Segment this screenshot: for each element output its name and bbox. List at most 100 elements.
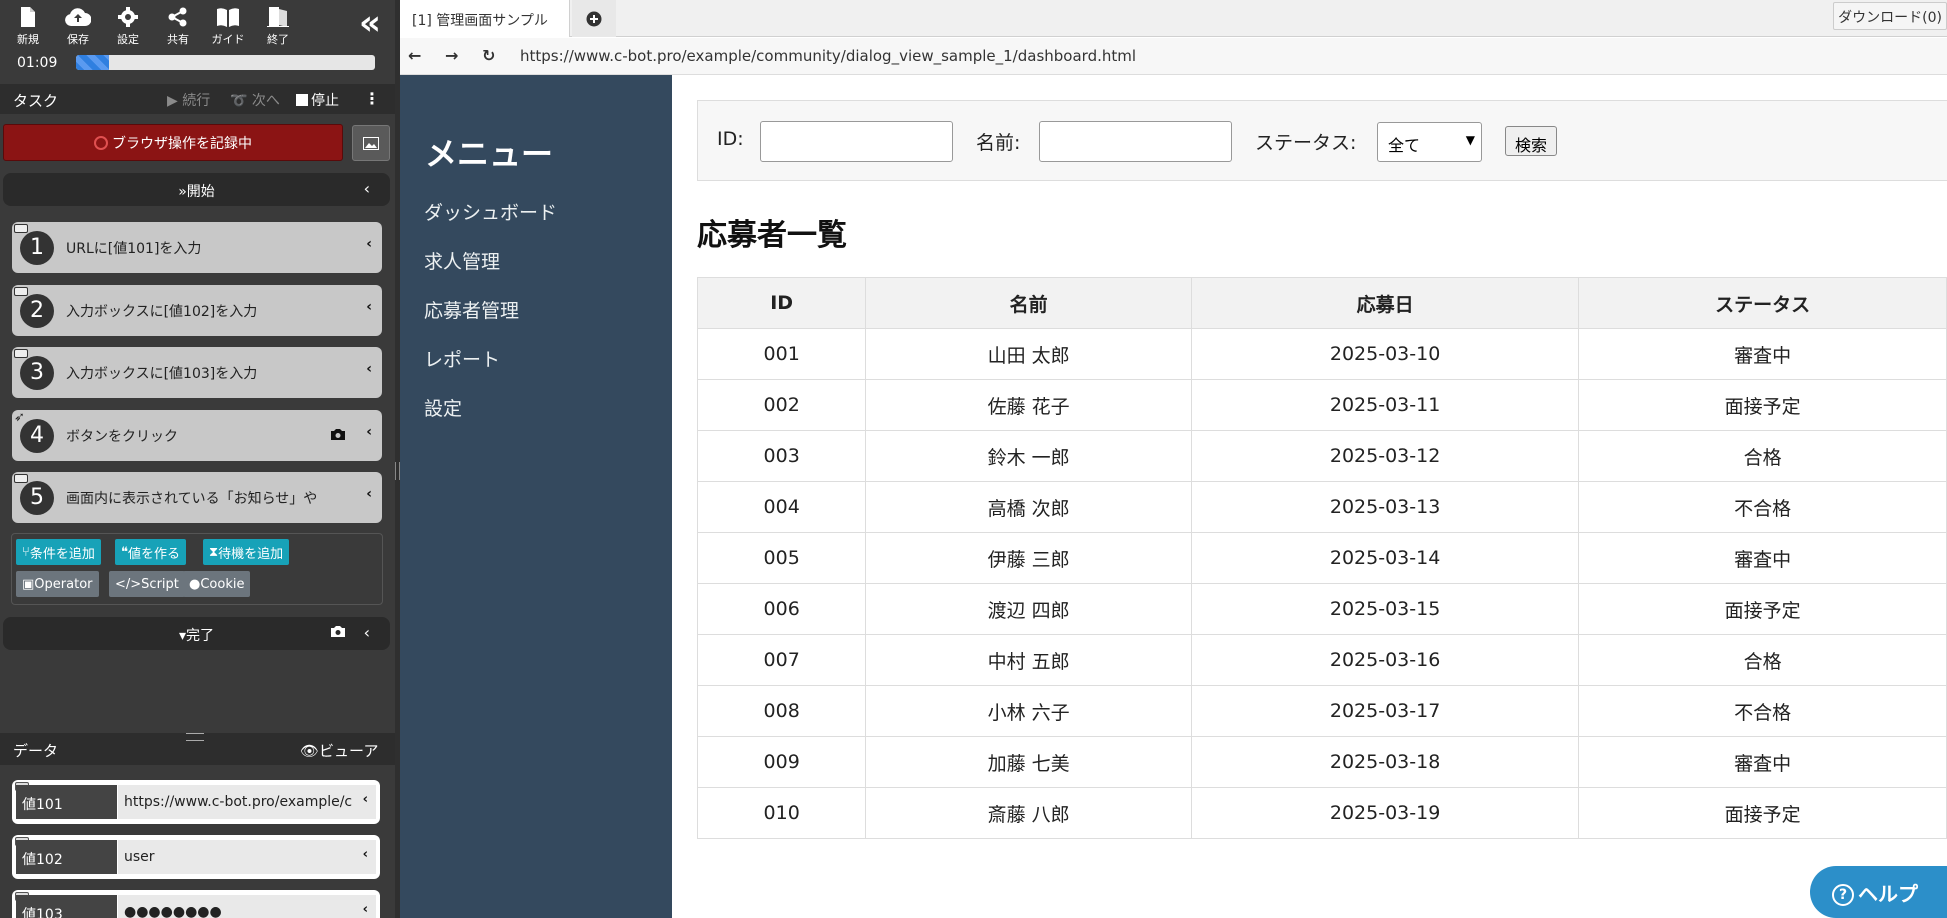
- help-button[interactable]: ? ヘルプ: [1810, 866, 1947, 918]
- operator-button[interactable]: ▣ Operator: [16, 571, 99, 597]
- status-select-value: 全て: [1388, 136, 1421, 155]
- progress-bar: [76, 55, 375, 70]
- guide-button[interactable]: ガイド: [206, 6, 250, 47]
- back-arrow-icon[interactable]: ←: [408, 46, 421, 65]
- step-item[interactable]: ➶ 4 ボタンをクリック ‹: [12, 410, 382, 461]
- chevron-left-icon[interactable]: ‹: [366, 361, 372, 377]
- table-cell: 審査中: [1578, 736, 1947, 788]
- table-row: 006 渡辺 四郎 2025-03-15 面接予定: [696, 583, 1947, 635]
- forward-arrow-icon[interactable]: →: [445, 46, 458, 65]
- share-button[interactable]: 共有: [156, 6, 200, 47]
- reload-icon[interactable]: ↻: [482, 46, 495, 65]
- data-value[interactable]: https://www.c-bot.pro/example/c: [118, 785, 376, 819]
- play-icon: ▶: [167, 93, 178, 109]
- id-input[interactable]: [760, 121, 953, 162]
- next-button[interactable]: ➰ 次へ: [230, 90, 280, 110]
- branch-icon: ⑂: [22, 544, 30, 560]
- column-header: 名前: [865, 277, 1192, 329]
- table-cell: 2025-03-19: [1190, 787, 1580, 839]
- chevron-left-icon[interactable]: ‹: [364, 623, 370, 642]
- table-cell: 2025-03-12: [1190, 430, 1580, 482]
- step-item[interactable]: 3 入力ボックスに[値103]を入力 ‹: [12, 347, 382, 398]
- add-wait-button[interactable]: ⧗ 待機を追加: [203, 539, 290, 565]
- make-value-button[interactable]: ❝ 値を作る: [115, 539, 187, 565]
- menu-item-reports[interactable]: レポート: [424, 345, 500, 372]
- step-item[interactable]: 1 URLに[値101]を入力 ‹: [12, 222, 382, 273]
- cloud-upload-icon: [65, 8, 91, 26]
- add-condition-button[interactable]: ⑂ 条件を追加: [16, 539, 101, 565]
- search-button[interactable]: 検索: [1505, 126, 1557, 156]
- applicants-table: ID 名前 応募日 ステータス 001 山田 太郎 2025-03-10 審査中 002…: [696, 277, 1947, 839]
- new-button[interactable]: 新規: [6, 6, 50, 47]
- save-label: 保存: [67, 33, 89, 46]
- table-cell: 加藤 七美: [865, 736, 1192, 788]
- chevron-left-icon[interactable]: ‹: [363, 902, 368, 917]
- step-item[interactable]: 5 画面内に表示されている「お知らせ」や ‹: [12, 472, 382, 523]
- status-select[interactable]: 全て ▼: [1377, 122, 1482, 162]
- camera-icon[interactable]: [330, 426, 346, 445]
- viewer-label: ビューア: [319, 742, 379, 760]
- data-row[interactable]: 値101 https://www.c-bot.pro/example/c ‹: [12, 780, 380, 824]
- next-label: 次へ: [251, 93, 280, 109]
- start-block[interactable]: »開始 ‹: [3, 173, 390, 206]
- keyboard-icon: [14, 287, 28, 296]
- chevron-left-icon[interactable]: ‹: [366, 486, 372, 502]
- chevron-left-icon[interactable]: ‹: [363, 792, 368, 807]
- menu-item-dashboard[interactable]: ダッシュボード: [424, 198, 557, 225]
- menu-item-applicants[interactable]: 応募者管理: [424, 296, 519, 323]
- question-circle-icon: ?: [1832, 884, 1854, 906]
- table-row: 001 山田 太郎 2025-03-10 審査中: [696, 328, 1947, 380]
- resize-handle[interactable]: [186, 733, 204, 741]
- step-number: 3: [20, 356, 54, 390]
- table-cell: 2025-03-17: [1190, 685, 1580, 737]
- collapse-panel-button[interactable]: «: [352, 6, 388, 40]
- url-field[interactable]: https://www.c-bot.pro/example/community/…: [520, 47, 1136, 65]
- chevron-left-icon[interactable]: ‹: [366, 424, 372, 440]
- record-icon: [94, 135, 108, 150]
- table-cell: 合格: [1578, 430, 1947, 482]
- cookie-icon: ●: [189, 576, 201, 592]
- exit-button[interactable]: 終了: [256, 6, 300, 47]
- data-value[interactable]: user: [118, 840, 376, 874]
- name-input[interactable]: [1039, 121, 1232, 162]
- recording-button[interactable]: ブラウザ操作を記録中: [3, 124, 343, 161]
- browser-tab[interactable]: [1] 管理画面サンプル: [400, 0, 570, 37]
- data-row[interactable]: 値102 user ‹: [12, 835, 380, 879]
- chevron-down-icon: ▼: [1465, 133, 1475, 147]
- table-cell: 小林 六子: [865, 685, 1192, 737]
- screenshot-image-button[interactable]: [352, 125, 390, 161]
- cookie-button[interactable]: ● Cookie: [183, 571, 251, 597]
- settings-button[interactable]: 設定: [106, 6, 150, 47]
- continue-label: 続行: [182, 93, 211, 109]
- viewer-button[interactable]: 👁ビューア: [300, 740, 378, 761]
- table-cell: 001: [696, 328, 867, 380]
- new-file-icon: [21, 7, 35, 27]
- camera-icon[interactable]: [330, 625, 346, 642]
- chevron-left-icon[interactable]: ‹: [366, 299, 372, 315]
- continue-button[interactable]: ▶ 続行: [167, 90, 210, 110]
- end-block[interactable]: ▾完了 ‹: [3, 617, 390, 650]
- kebab-menu-icon[interactable]: ⋮: [364, 89, 380, 108]
- table-cell: 面接予定: [1578, 379, 1947, 431]
- stop-checkbox[interactable]: 停止: [296, 90, 339, 110]
- table-cell: 面接予定: [1578, 583, 1947, 635]
- data-row[interactable]: 値103 ●●●●●●●● ‹: [12, 890, 380, 918]
- menu-item-settings[interactable]: 設定: [424, 394, 462, 421]
- chevron-left-icon[interactable]: ‹: [363, 847, 368, 862]
- checkbox-box[interactable]: [296, 94, 308, 106]
- script-button[interactable]: </> Script: [109, 571, 185, 597]
- table-cell: 2025-03-18: [1190, 736, 1580, 788]
- chevron-left-icon[interactable]: ‹: [366, 236, 372, 252]
- table-cell: 007: [696, 634, 867, 686]
- download-button[interactable]: ダウンロード(0): [1833, 2, 1947, 30]
- table-cell: 斎藤 八郎: [865, 787, 1192, 839]
- new-tab-button[interactable]: [572, 0, 616, 37]
- step-item[interactable]: 2 入力ボックスに[値102]を入力 ‹: [12, 285, 382, 336]
- table-row: 007 中村 五郎 2025-03-16 合格: [696, 634, 1947, 686]
- menu-item-jobs[interactable]: 求人管理: [424, 247, 500, 274]
- chevron-left-icon[interactable]: ‹: [364, 179, 370, 198]
- table-cell: 高橋 次郎: [865, 481, 1192, 533]
- data-value[interactable]: ●●●●●●●●: [118, 895, 376, 918]
- table-cell: 不合格: [1578, 685, 1947, 737]
- save-button[interactable]: 保存: [56, 6, 100, 47]
